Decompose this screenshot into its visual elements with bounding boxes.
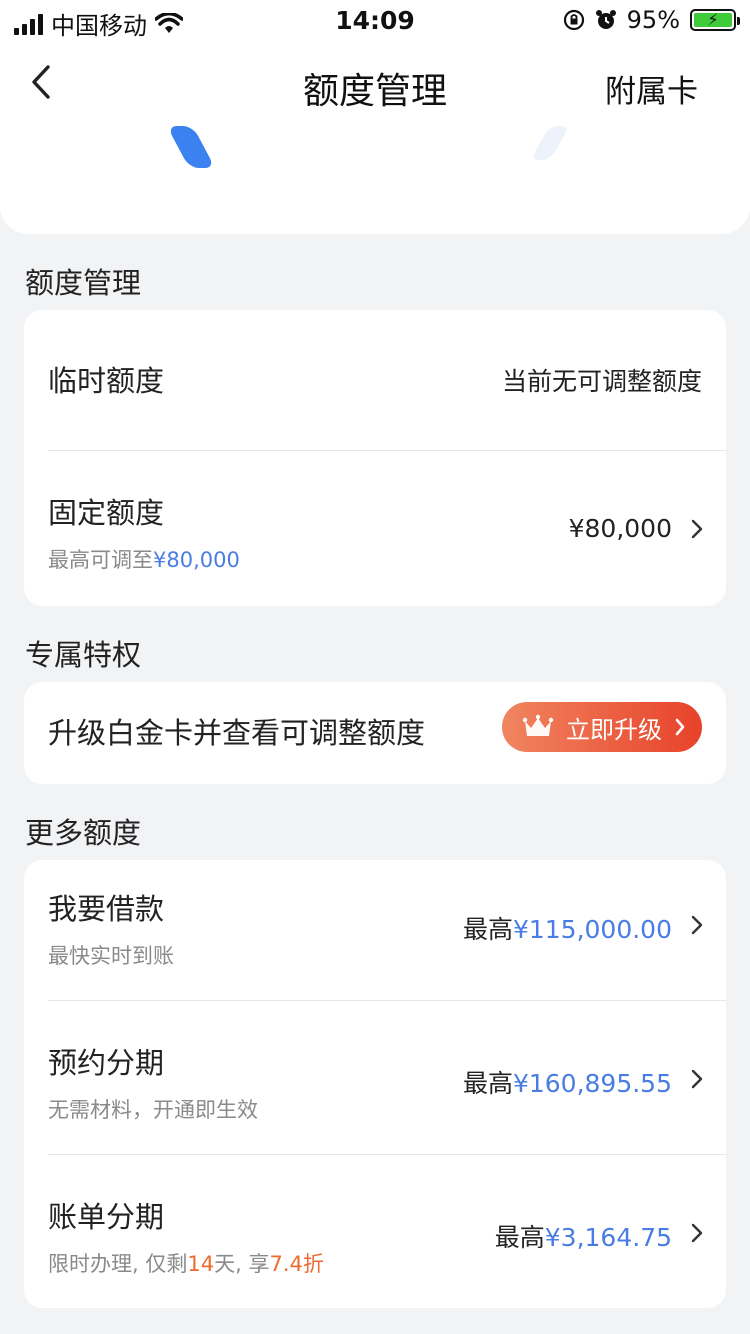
fixed-limit-row[interactable]: 固定额度 最高可调至¥80,000 ¥80,000 <box>24 450 726 606</box>
list-item-loan[interactable]: 我要借款 最快实时到账 最高¥115,000.00 <box>24 860 726 1000</box>
temporary-limit-row: 临时额度 当前无可调整额度 <box>24 310 726 450</box>
upgrade-now-label: 立即升级 <box>566 715 662 744</box>
section-title-limit-management: 额度管理 <box>25 266 142 300</box>
battery-percent: 95% <box>626 6 680 34</box>
supplementary-card-link[interactable]: 附属卡 <box>605 66 698 111</box>
upgrade-now-button[interactable]: 立即升级 <box>502 702 702 752</box>
bill-installment-label: 账单分期 <box>48 1200 165 1234</box>
fixed-limit-label: 固定额度 <box>48 496 165 530</box>
status-right: 95% ⚡ <box>563 6 740 34</box>
battery-icon: ⚡ <box>690 9 740 31</box>
orientation-lock-icon <box>563 9 584 31</box>
decorative-graphic <box>530 126 570 160</box>
bill-installment-amount: 最高¥3,164.75 <box>495 1218 672 1254</box>
installment-booking-amount: 最高¥160,895.55 <box>463 1064 672 1100</box>
bill-installment-amount-value: ¥3,164.75 <box>544 1223 672 1252</box>
chevron-right-icon <box>691 519 703 539</box>
temporary-limit-value: 当前无可调整额度 <box>501 367 702 396</box>
chevron-right-icon <box>691 915 703 935</box>
more-limits-card: 我要借款 最快实时到账 最高¥115,000.00 预约分期 无需材料，开通即生… <box>24 860 726 1308</box>
loan-amount: 最高¥115,000.00 <box>463 910 672 946</box>
crown-icon <box>522 714 554 736</box>
limit-management-card: 临时额度 当前无可调整额度 固定额度 最高可调至¥80,000 ¥80,000 <box>24 310 726 606</box>
chevron-right-icon <box>675 718 685 736</box>
list-item-bill-installment[interactable]: 账单分期 限时办理, 仅剩14天, 享7.4折 最高¥3,164.75 <box>24 1154 726 1308</box>
installment-booking-subtitle: 无需材料，开通即生效 <box>48 1098 258 1122</box>
alarm-icon <box>595 10 616 29</box>
bill-installment-sub-text: 限时办理, 仅剩 <box>48 1252 188 1276</box>
decorative-graphic <box>166 126 216 168</box>
status-bar: 中国移动 14:09 95% ⚡ <box>0 0 750 40</box>
installment-booking-amount-prefix: 最高 <box>462 1069 513 1098</box>
section-title-more-limits: 更多额度 <box>25 816 142 850</box>
fixed-limit-value: ¥80,000 <box>568 514 672 543</box>
loan-amount-value: ¥115,000.00 <box>512 915 672 944</box>
installment-booking-amount-value: ¥160,895.55 <box>512 1069 672 1098</box>
installment-booking-label: 预约分期 <box>48 1046 165 1080</box>
bill-installment-subtitle: 限时办理, 仅剩14天, 享7.4折 <box>48 1248 324 1278</box>
loan-amount-prefix: 最高 <box>462 915 513 944</box>
section-title-privilege: 专属特权 <box>25 638 142 672</box>
temporary-limit-label: 临时额度 <box>48 364 165 398</box>
bill-installment-amount-prefix: 最高 <box>494 1223 545 1252</box>
list-item-installment-booking[interactable]: 预约分期 无需材料，开通即生效 最高¥160,895.55 <box>24 1000 726 1154</box>
bill-installment-days-left: 14 <box>187 1252 215 1276</box>
privilege-text: 升级白金卡并查看可调整额度 <box>48 716 426 750</box>
fixed-limit-sub-prefix: 最高可调至 <box>48 548 153 572</box>
bill-installment-discount: 7.4折 <box>269 1252 324 1276</box>
loan-label: 我要借款 <box>48 892 165 926</box>
loan-subtitle: 最快实时到账 <box>48 944 174 968</box>
fixed-limit-subtitle: 最高可调至¥80,000 <box>48 544 240 574</box>
chevron-right-icon <box>691 1069 703 1089</box>
privilege-card: 升级白金卡并查看可调整额度 立即升级 <box>24 682 726 784</box>
fixed-limit-sub-amount: ¥80,000 <box>153 548 240 572</box>
bill-installment-sub-text: 天, 享 <box>214 1252 270 1276</box>
header-card: 额度管理 附属卡 <box>0 40 750 234</box>
chevron-right-icon <box>691 1223 703 1243</box>
